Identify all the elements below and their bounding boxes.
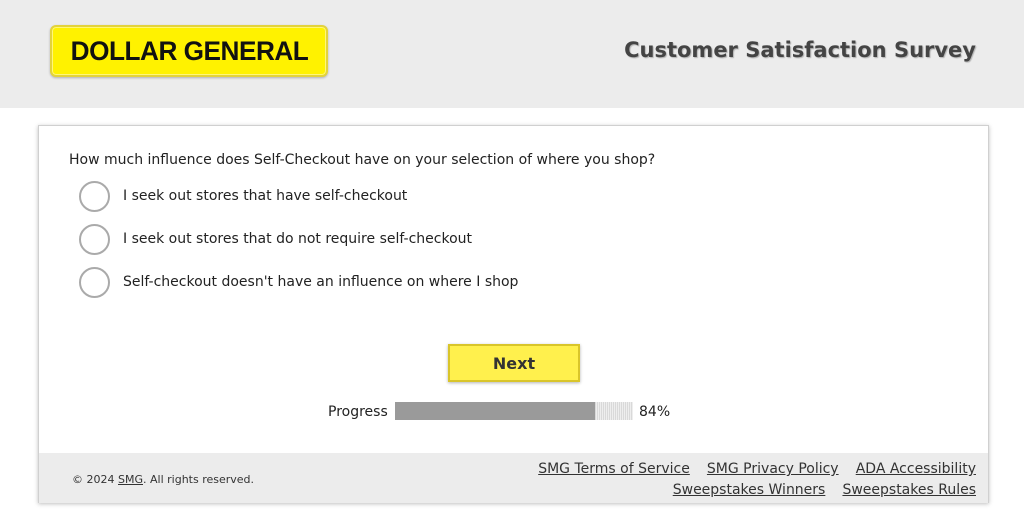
footer-links: SMG Terms of Service SMG Privacy Policy … (526, 458, 976, 500)
terms-of-service-link[interactable]: SMG Terms of Service (538, 461, 690, 477)
privacy-policy-link[interactable]: SMG Privacy Policy (707, 461, 839, 477)
copyright: © 2024 SMG. All rights reserved. (72, 473, 254, 486)
option-no-influence[interactable]: Self-checkout doesn't have an influence … (79, 265, 518, 299)
option-label[interactable]: Self-checkout doesn't have an influence … (123, 274, 518, 290)
sweepstakes-rules-link[interactable]: Sweepstakes Rules (842, 482, 976, 498)
question-text: How much influence does Self-Checkout ha… (69, 152, 656, 168)
smg-link[interactable]: SMG (118, 473, 143, 486)
option-have-self-checkout[interactable]: I seek out stores that have self-checkou… (79, 179, 407, 213)
progress-percent: 84% (639, 404, 671, 420)
copyright-suffix: . All rights reserved. (143, 473, 255, 486)
logo-text: DOLLAR GENERAL (70, 35, 308, 66)
header: DOLLAR GENERAL Customer Satisfaction Sur… (0, 0, 1024, 108)
survey-card: How much influence does Self-Checkout ha… (38, 125, 989, 503)
option-label[interactable]: I seek out stores that have self-checkou… (123, 188, 407, 204)
progress-label: Progress (328, 404, 388, 420)
radio-button[interactable] (79, 223, 110, 255)
option-label[interactable]: I seek out stores that do not require se… (123, 231, 472, 247)
copyright-prefix: © 2024 (72, 473, 118, 486)
option-no-self-checkout[interactable]: I seek out stores that do not require se… (79, 222, 472, 256)
progress-fill (395, 402, 595, 420)
footer: © 2024 SMG. All rights reserved. SMG Ter… (39, 453, 988, 503)
radio-button[interactable] (79, 266, 110, 298)
sweepstakes-winners-link[interactable]: Sweepstakes Winners (673, 482, 826, 498)
next-button[interactable]: Next (448, 344, 580, 382)
radio-button[interactable] (79, 180, 110, 212)
ada-accessibility-link[interactable]: ADA Accessibility (856, 461, 976, 477)
page-title: Customer Satisfaction Survey (624, 38, 976, 62)
progress-bar (395, 402, 633, 420)
dollar-general-logo: DOLLAR GENERAL (50, 25, 328, 77)
